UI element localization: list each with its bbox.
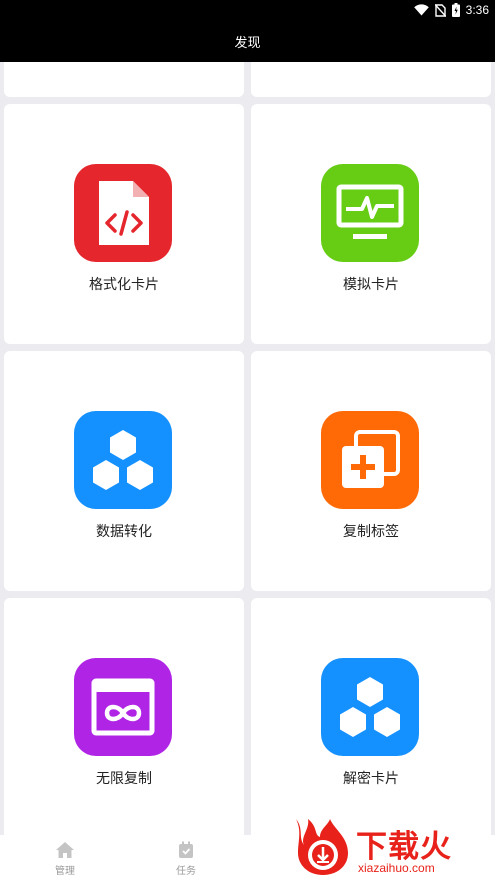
flame-logo-icon <box>296 819 348 875</box>
no-sim-icon <box>434 3 446 17</box>
card-label: 模拟卡片 <box>343 277 399 293</box>
monitor-pulse-icon <box>321 164 419 262</box>
card-partial-left[interactable] <box>4 62 244 97</box>
hexagons-icon <box>74 411 172 509</box>
nav-item-task[interactable]: 任务 <box>124 835 248 880</box>
card-copy-tag[interactable]: 复制标签 <box>251 351 491 591</box>
card-data-convert[interactable]: 数据转化 <box>4 351 244 591</box>
card-label: 解密卡片 <box>343 771 399 787</box>
battery-icon <box>451 3 460 17</box>
card-infinite-copy[interactable]: 无限复制 <box>4 598 244 835</box>
hexagons-icon <box>321 658 419 756</box>
nav-label: 管理 <box>55 866 75 877</box>
status-icons: 3:36 <box>413 2 489 18</box>
copy-plus-icon <box>321 411 419 509</box>
task-icon <box>179 841 193 858</box>
page-title: 发现 <box>234 35 261 51</box>
card-format[interactable]: 格式化卡片 <box>4 104 244 344</box>
card-label: 数据转化 <box>96 524 152 540</box>
nav-item-manage[interactable]: 管理 <box>3 835 127 880</box>
watermark: 下载火 xiazaihuo.com <box>290 815 495 880</box>
app-bar: 发现 <box>0 20 495 62</box>
card-grid[interactable]: 格式化卡片 模拟卡片 数据转化 复制标签 无限复制 解密卡片 <box>0 62 495 835</box>
infinity-window-icon <box>74 658 172 756</box>
card-partial-right[interactable] <box>251 62 491 97</box>
nav-label: 任务 <box>176 866 196 877</box>
home-icon <box>56 842 74 858</box>
status-time: 3:36 <box>465 3 489 17</box>
code-file-icon <box>74 164 172 262</box>
status-bar: 3:36 <box>0 0 495 20</box>
card-decrypt[interactable]: 解密卡片 <box>251 598 491 835</box>
card-simulate[interactable]: 模拟卡片 <box>251 104 491 344</box>
watermark-url: xiazaihuo.com <box>358 861 435 875</box>
card-label: 复制标签 <box>343 524 399 540</box>
watermark-text: 下载火 <box>356 829 452 865</box>
card-label: 格式化卡片 <box>89 277 159 293</box>
card-label: 无限复制 <box>96 771 152 787</box>
wifi-icon <box>413 4 429 16</box>
